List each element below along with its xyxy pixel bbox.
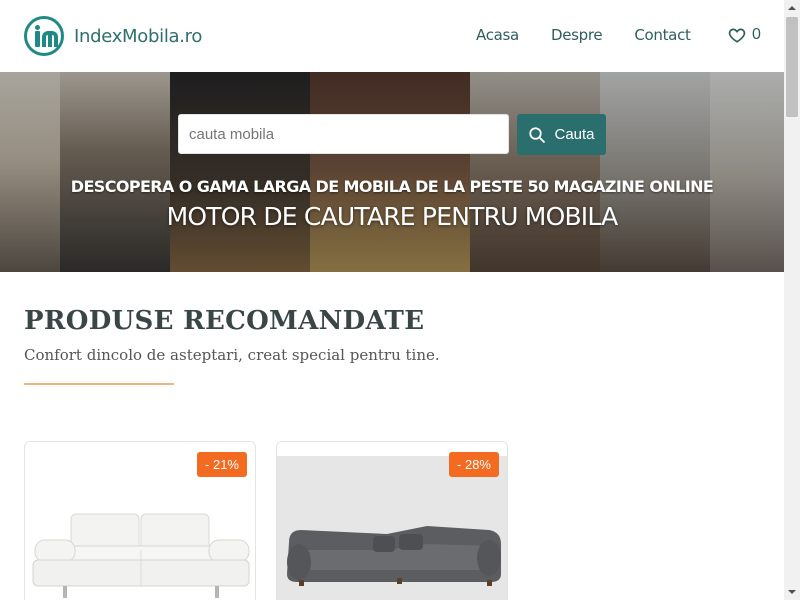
hero-title: MOTOR DE CAUTARE PENTRU MOBILA <box>166 202 619 231</box>
hero-overlay <box>0 72 784 272</box>
page-scrollbar[interactable] <box>784 0 800 600</box>
logo[interactable]: IndexMobila.ro <box>24 16 202 56</box>
scrollbar-thumb[interactable] <box>786 17 798 117</box>
search-icon <box>529 126 546 143</box>
nav-item-acasa[interactable]: Acasa <box>476 26 519 44</box>
section-title: PRODUSE RECOMANDATE <box>24 306 425 336</box>
favorites-count: 0 <box>752 26 761 43</box>
scroll-up-icon[interactable] <box>784 0 800 16</box>
nav-item-despre[interactable]: Despre <box>551 26 603 44</box>
logo-text: IndexMobila.ro <box>74 25 203 47</box>
product-card[interactable]: - 28% <box>276 441 508 600</box>
discount-badge: - 21% <box>197 452 247 477</box>
section-subtitle: Confort dincolo de asteptari, creat spec… <box>24 346 440 364</box>
search-button[interactable]: Cauta <box>517 114 606 155</box>
search-button-label: Cauta <box>554 126 595 143</box>
logo-icon <box>24 16 64 56</box>
heart-icon <box>728 28 746 43</box>
hero-subtitle: DESCOPERA O GAMA LARGA DE MOBILA DE LA P… <box>70 177 714 196</box>
section-divider <box>24 383 174 385</box>
nav-item-contact[interactable]: Contact <box>634 26 691 44</box>
hero-banner: Cauta DESCOPERA O GAMA LARGA DE MOBILA D… <box>0 72 784 272</box>
scroll-down-icon[interactable] <box>784 584 800 600</box>
main-nav: Acasa Despre Contact <box>476 26 723 44</box>
product-card[interactable]: - 21% <box>24 441 256 600</box>
search-input[interactable] <box>178 114 509 154</box>
discount-badge: - 28% <box>449 452 499 477</box>
site-header: IndexMobila.ro Acasa Despre Contact 0 <box>0 0 784 72</box>
favorites-link[interactable]: 0 <box>728 26 761 44</box>
